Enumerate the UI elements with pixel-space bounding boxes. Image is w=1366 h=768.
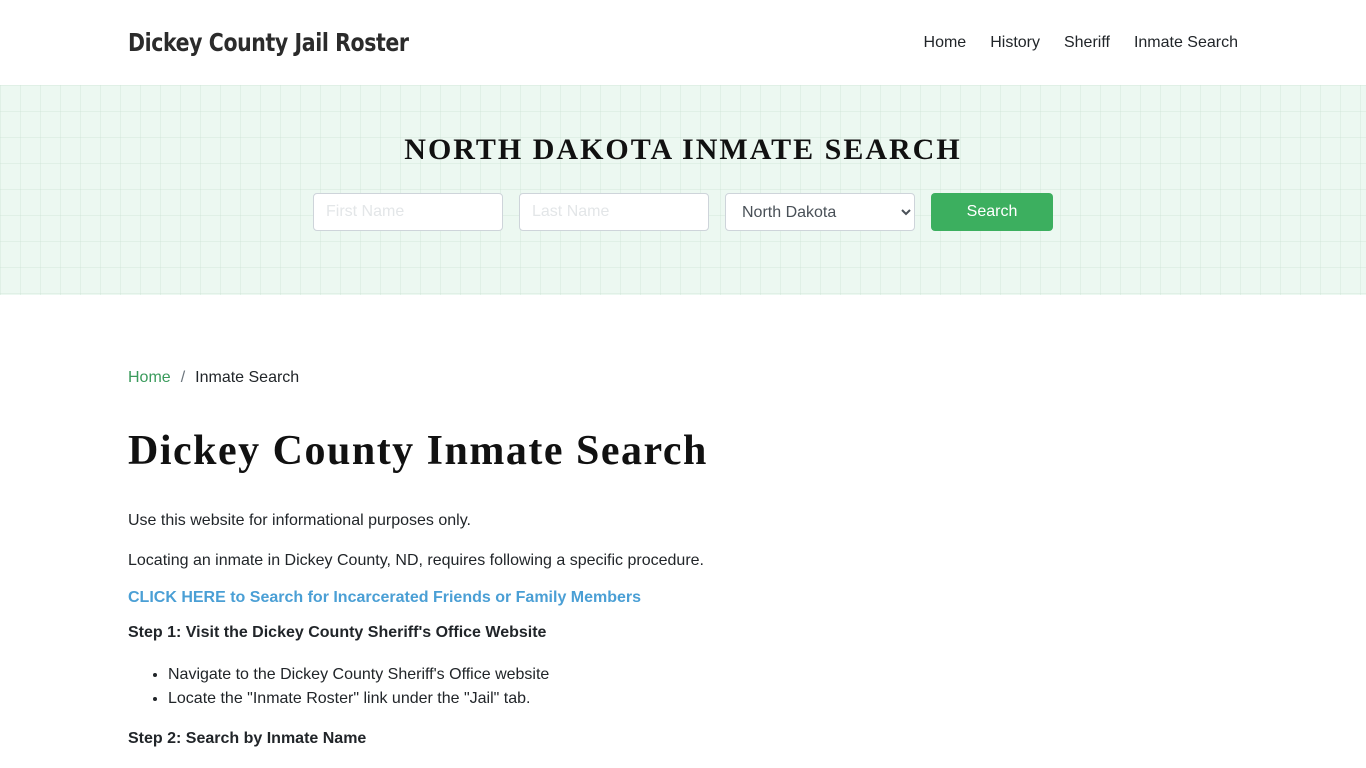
page-title: Dickey County Inmate Search xyxy=(128,428,708,474)
list-item: Locate the "Inmate Roster" link under th… xyxy=(168,687,1238,711)
last-name-input[interactable] xyxy=(519,193,709,231)
nav-history[interactable]: History xyxy=(990,34,1040,52)
breadcrumb-separator: / xyxy=(180,369,186,386)
inmate-search-form: North Dakota Search xyxy=(313,193,1053,231)
search-family-link[interactable]: CLICK HERE to Search for Incarcerated Fr… xyxy=(128,589,641,607)
intro-paragraph: Use this website for informational purpo… xyxy=(128,512,471,529)
breadcrumb: Home / Inmate Search xyxy=(128,369,1238,387)
list-item: Navigate to the Dickey County Sheriff's … xyxy=(168,663,1238,687)
procedure-paragraph: Locating an inmate in Dickey County, ND,… xyxy=(128,552,704,569)
step1-list: Navigate to the Dickey County Sheriff's … xyxy=(168,663,1238,711)
state-select[interactable]: North Dakota xyxy=(725,193,915,231)
main-content: Home / Inmate Search Dickey County Inmat… xyxy=(0,295,1366,751)
first-name-input[interactable] xyxy=(313,193,503,231)
search-banner: NORTH DAKOTA INMATE SEARCH North Dakota … xyxy=(0,85,1366,295)
breadcrumb-home[interactable]: Home xyxy=(128,369,171,387)
site-brand[interactable]: Dickey County Jail Roster xyxy=(128,28,409,57)
step2-heading: Step 2: Search by Inmate Name xyxy=(128,730,367,747)
nav-home[interactable]: Home xyxy=(924,34,967,52)
main-nav: Home History Sheriff Inmate Search xyxy=(900,34,1238,52)
breadcrumb-current: Inmate Search xyxy=(195,369,300,386)
site-header: Dickey County Jail Roster Home History S… xyxy=(0,0,1366,85)
step1-heading: Step 1: Visit the Dickey County Sheriff'… xyxy=(128,624,547,641)
banner-title: NORTH DAKOTA INMATE SEARCH xyxy=(404,133,962,166)
nav-inmate-search[interactable]: Inmate Search xyxy=(1134,34,1238,52)
search-button[interactable]: Search xyxy=(931,193,1053,231)
nav-sheriff[interactable]: Sheriff xyxy=(1064,34,1110,52)
